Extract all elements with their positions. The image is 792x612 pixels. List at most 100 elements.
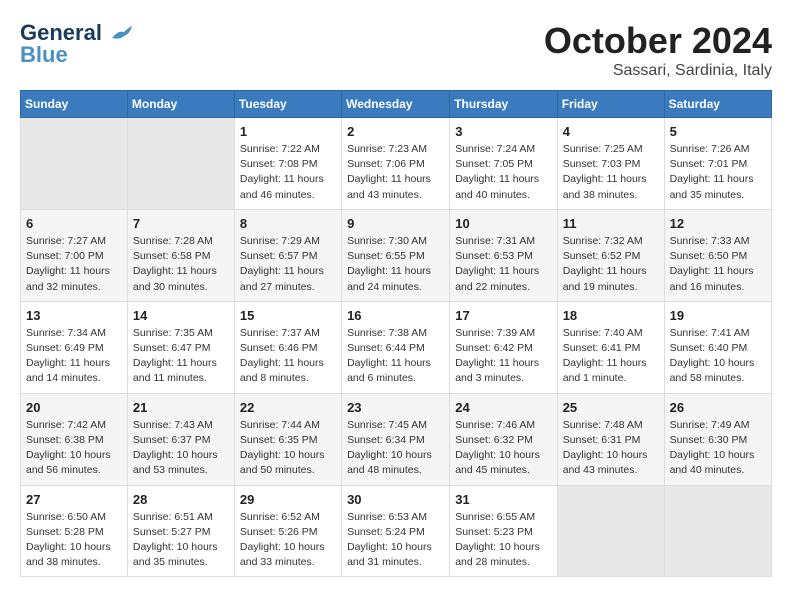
day-info: Sunrise: 6:53 AMSunset: 5:24 PMDaylight:…: [347, 510, 444, 571]
day-number: 25: [563, 400, 659, 415]
calendar-cell: 7 Sunrise: 7:28 AMSunset: 6:58 PMDaylight…: [127, 209, 234, 301]
day-number: 21: [133, 400, 229, 415]
week-row-4: 20Sunrise: 7:42 AMSunset: 6:38 PMDayligh…: [21, 393, 772, 485]
calendar-cell: 1 Sunrise: 7:22 AMSunset: 7:08 PMDaylight…: [234, 118, 341, 210]
calendar-cell: 20Sunrise: 7:42 AMSunset: 6:38 PMDayligh…: [21, 393, 128, 485]
calendar-cell: 3Sunrise: 7:24 AMSunset: 7:05 PMDaylight…: [450, 118, 557, 210]
day-info: Sunrise: 7:37 AMSunset: 6:46 PMDaylight:…: [240, 326, 336, 387]
day-info: Sunrise: 7:35 AMSunset: 6:47 PMDaylight:…: [133, 326, 229, 387]
weekday-header-monday: Monday: [127, 91, 234, 118]
calendar-cell: 11Sunrise: 7:32 AMSunset: 6:52 PMDayligh…: [557, 209, 664, 301]
day-number: 20: [26, 400, 122, 415]
calendar-cell: 10 Sunrise: 7:31 AMSunset: 6:53 PMDayligh…: [450, 209, 557, 301]
day-number: 10: [455, 216, 551, 231]
day-info: Sunrise: 7:25 AMSunset: 7:03 PMDaylight:…: [563, 142, 659, 203]
day-number: 1: [240, 124, 336, 139]
calendar-cell: 14 Sunrise: 7:35 AMSunset: 6:47 PMDayligh…: [127, 301, 234, 393]
day-info: Sunrise: 6:51 AMSunset: 5:27 PMDaylight:…: [133, 510, 229, 571]
day-number: 30: [347, 492, 444, 507]
calendar-cell: 30 Sunrise: 6:53 AMSunset: 5:24 PMDayligh…: [342, 485, 450, 577]
day-number: 15: [240, 308, 336, 323]
day-info: Sunrise: 7:44 AMSunset: 6:35 PMDaylight:…: [240, 418, 336, 479]
weekday-header-sunday: Sunday: [21, 91, 128, 118]
day-info: Sunrise: 7:30 AMSunset: 6:55 PMDaylight:…: [347, 234, 444, 295]
calendar-cell: 26 Sunrise: 7:49 AMSunset: 6:30 PMDayligh…: [664, 393, 771, 485]
day-number: 31: [455, 492, 551, 507]
calendar-cell: 18Sunrise: 7:40 AMSunset: 6:41 PMDayligh…: [557, 301, 664, 393]
week-row-1: 1 Sunrise: 7:22 AMSunset: 7:08 PMDaylight…: [21, 118, 772, 210]
week-row-3: 13Sunrise: 7:34 AMSunset: 6:49 PMDayligh…: [21, 301, 772, 393]
day-info: Sunrise: 7:22 AMSunset: 7:08 PMDaylight:…: [240, 142, 336, 203]
day-info: Sunrise: 7:45 AMSunset: 6:34 PMDaylight:…: [347, 418, 444, 479]
week-row-5: 27Sunrise: 6:50 AMSunset: 5:28 PMDayligh…: [21, 485, 772, 577]
day-info: Sunrise: 7:46 AMSunset: 6:32 PMDaylight:…: [455, 418, 551, 479]
day-number: 17: [455, 308, 551, 323]
day-number: 16: [347, 308, 444, 323]
month-title: October 2024: [544, 20, 772, 62]
day-number: 5: [670, 124, 766, 139]
calendar-cell: 4 Sunrise: 7:25 AMSunset: 7:03 PMDaylight…: [557, 118, 664, 210]
day-number: 8: [240, 216, 336, 231]
calendar-cell: 8 Sunrise: 7:29 AMSunset: 6:57 PMDaylight…: [234, 209, 341, 301]
weekday-header-tuesday: Tuesday: [234, 91, 341, 118]
day-info: Sunrise: 7:49 AMSunset: 6:30 PMDaylight:…: [670, 418, 766, 479]
day-number: 4: [563, 124, 659, 139]
day-number: 14: [133, 308, 229, 323]
calendar-cell: 19 Sunrise: 7:41 AMSunset: 6:40 PMDayligh…: [664, 301, 771, 393]
day-info: Sunrise: 7:24 AMSunset: 7:05 PMDaylight:…: [455, 142, 551, 203]
calendar-cell: 2 Sunrise: 7:23 AMSunset: 7:06 PMDaylight…: [342, 118, 450, 210]
logo: General Blue: [20, 20, 132, 68]
weekday-header-saturday: Saturday: [664, 91, 771, 118]
weekday-header-friday: Friday: [557, 91, 664, 118]
day-number: 18: [563, 308, 659, 323]
calendar-cell: 25 Sunrise: 7:48 AMSunset: 6:31 PMDayligh…: [557, 393, 664, 485]
day-info: Sunrise: 7:27 AMSunset: 7:00 PMDaylight:…: [26, 234, 122, 295]
day-info: Sunrise: 7:41 AMSunset: 6:40 PMDaylight:…: [670, 326, 766, 387]
calendar-cell: 23Sunrise: 7:45 AMSunset: 6:34 PMDayligh…: [342, 393, 450, 485]
day-number: 28: [133, 492, 229, 507]
day-info: Sunrise: 7:38 AMSunset: 6:44 PMDaylight:…: [347, 326, 444, 387]
calendar-cell: 24 Sunrise: 7:46 AMSunset: 6:32 PMDayligh…: [450, 393, 557, 485]
calendar-cell: 6 Sunrise: 7:27 AMSunset: 7:00 PMDaylight…: [21, 209, 128, 301]
calendar-cell: 22 Sunrise: 7:44 AMSunset: 6:35 PMDayligh…: [234, 393, 341, 485]
calendar-cell: 15 Sunrise: 7:37 AMSunset: 6:46 PMDayligh…: [234, 301, 341, 393]
weekday-header-thursday: Thursday: [450, 91, 557, 118]
day-info: Sunrise: 7:28 AMSunset: 6:58 PMDaylight:…: [133, 234, 229, 295]
day-info: Sunrise: 7:31 AMSunset: 6:53 PMDaylight:…: [455, 234, 551, 295]
day-number: 19: [670, 308, 766, 323]
calendar-cell: [127, 118, 234, 210]
day-info: Sunrise: 7:32 AMSunset: 6:52 PMDaylight:…: [563, 234, 659, 295]
day-info: Sunrise: 7:33 AMSunset: 6:50 PMDaylight:…: [670, 234, 766, 295]
day-info: Sunrise: 7:29 AMSunset: 6:57 PMDaylight:…: [240, 234, 336, 295]
calendar-table: SundayMondayTuesdayWednesdayThursdayFrid…: [20, 90, 772, 577]
day-number: 24: [455, 400, 551, 415]
day-info: Sunrise: 7:26 AMSunset: 7:01 PMDaylight:…: [670, 142, 766, 203]
logo-blue: Blue: [20, 42, 68, 68]
day-number: 6: [26, 216, 122, 231]
day-number: 13: [26, 308, 122, 323]
day-number: 2: [347, 124, 444, 139]
day-number: 9: [347, 216, 444, 231]
week-row-2: 6 Sunrise: 7:27 AMSunset: 7:00 PMDaylight…: [21, 209, 772, 301]
day-number: 7: [133, 216, 229, 231]
calendar-cell: 5 Sunrise: 7:26 AMSunset: 7:01 PMDaylight…: [664, 118, 771, 210]
calendar-cell: [557, 485, 664, 577]
day-info: Sunrise: 7:23 AMSunset: 7:06 PMDaylight:…: [347, 142, 444, 203]
day-number: 26: [670, 400, 766, 415]
calendar-cell: [664, 485, 771, 577]
calendar-cell: 21Sunrise: 7:43 AMSunset: 6:37 PMDayligh…: [127, 393, 234, 485]
calendar-cell: 9 Sunrise: 7:30 AMSunset: 6:55 PMDaylight…: [342, 209, 450, 301]
day-info: Sunrise: 6:55 AMSunset: 5:23 PMDaylight:…: [455, 510, 551, 571]
location-title: Sassari, Sardinia, Italy: [544, 62, 772, 80]
calendar-cell: 28 Sunrise: 6:51 AMSunset: 5:27 PMDayligh…: [127, 485, 234, 577]
calendar-cell: 27Sunrise: 6:50 AMSunset: 5:28 PMDayligh…: [21, 485, 128, 577]
day-info: Sunrise: 6:50 AMSunset: 5:28 PMDaylight:…: [26, 510, 122, 571]
calendar-cell: 13Sunrise: 7:34 AMSunset: 6:49 PMDayligh…: [21, 301, 128, 393]
calendar-cell: 12 Sunrise: 7:33 AMSunset: 6:50 PMDayligh…: [664, 209, 771, 301]
calendar-cell: 29Sunrise: 6:52 AMSunset: 5:26 PMDayligh…: [234, 485, 341, 577]
day-info: Sunrise: 7:48 AMSunset: 6:31 PMDaylight:…: [563, 418, 659, 479]
day-number: 22: [240, 400, 336, 415]
header: General Blue October 2024 Sassari, Sardi…: [20, 20, 772, 80]
day-number: 12: [670, 216, 766, 231]
day-info: Sunrise: 6:52 AMSunset: 5:26 PMDaylight:…: [240, 510, 336, 571]
